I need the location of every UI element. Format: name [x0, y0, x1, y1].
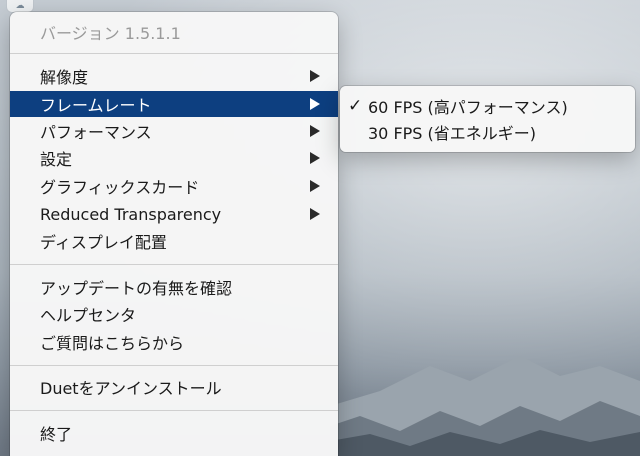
menu-item-resolution[interactable]: 解像度 — [10, 63, 338, 89]
submenu-arrow-icon — [310, 70, 320, 82]
menu-item-label: 解像度 — [40, 68, 89, 87]
submenu-item-label: 30 FPS (省エネルギー) — [368, 124, 537, 143]
submenu-arrow-icon — [310, 208, 320, 220]
menu-item-label: ヘルプセンタ — [40, 306, 137, 325]
submenu-item-60fps[interactable]: ✓ 60 FPS (高パフォーマンス) — [340, 93, 635, 119]
submenu-item-30fps[interactable]: 30 FPS (省エネルギー) — [340, 119, 635, 145]
menu-item-performance[interactable]: パフォーマンス — [10, 118, 338, 144]
menu-separator — [10, 365, 338, 366]
menu-item-label: ご質問はこちらから — [40, 334, 185, 353]
menu-item-contact[interactable]: ご質問はこちらから — [10, 329, 338, 355]
submenu-arrow-icon — [310, 152, 320, 164]
version-label: バージョン 1.5.1.1 — [40, 24, 181, 43]
duet-menu: バージョン 1.5.1.1 解像度 フレームレート パフォーマンス 設定 グラフ… — [10, 12, 338, 456]
menu-item-reduced-transparency[interactable]: Reduced Transparency — [10, 201, 338, 227]
menu-item-settings[interactable]: 設定 — [10, 145, 338, 171]
framerate-submenu: ✓ 60 FPS (高パフォーマンス) 30 FPS (省エネルギー) — [340, 86, 635, 152]
menu-item-label: パフォーマンス — [40, 123, 152, 142]
submenu-arrow-icon — [310, 180, 320, 192]
menu-item-quit[interactable]: 終了 — [10, 420, 338, 446]
menu-item-label: グラフィックスカード — [40, 178, 200, 197]
menu-item-graphics-card[interactable]: グラフィックスカード — [10, 173, 338, 199]
menu-item-label: Reduced Transparency — [40, 204, 222, 224]
menu-separator — [10, 264, 338, 265]
submenu-arrow-icon — [310, 98, 320, 110]
menu-item-label: 終了 — [40, 425, 73, 444]
menu-item-label: Duetをアンインストール — [40, 379, 222, 398]
menu-item-label: ディスプレイ配置 — [40, 233, 167, 252]
menu-item-label: 設定 — [40, 150, 73, 169]
menu-item-uninstall[interactable]: Duetをアンインストール — [10, 374, 338, 400]
menu-separator — [10, 410, 338, 411]
menu-item-check-updates[interactable]: アップデートの有無を確認 — [10, 274, 338, 300]
submenu-item-label: 60 FPS (高パフォーマンス) — [368, 98, 568, 117]
menu-item-label: フレームレート — [40, 96, 152, 115]
menu-item-help-center[interactable]: ヘルプセンタ — [10, 301, 338, 327]
submenu-arrow-icon — [310, 125, 320, 137]
menu-separator — [10, 53, 338, 54]
checkmark-icon: ✓ — [348, 96, 363, 116]
menu-item-display-arrangement[interactable]: ディスプレイ配置 — [10, 228, 338, 254]
menu-item-framerate[interactable]: フレームレート — [10, 91, 338, 117]
menu-item-label: アップデートの有無を確認 — [40, 279, 233, 298]
